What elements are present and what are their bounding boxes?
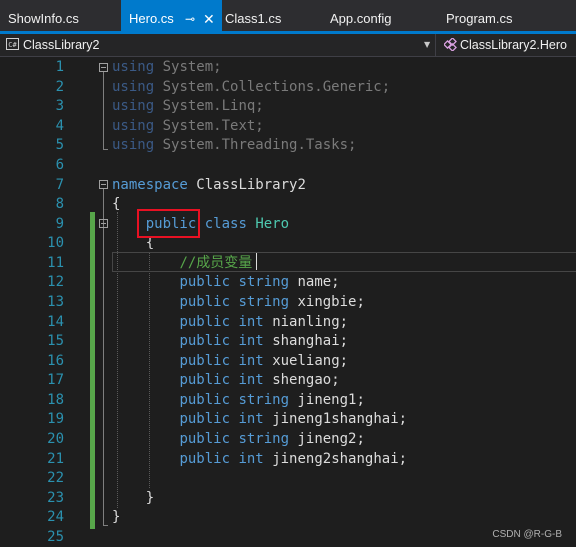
code-line: public int nianling; xyxy=(179,314,349,330)
line-number: 3 xyxy=(55,98,64,114)
document-tab-bar: ShowInfo.cs Hero.cs ⊸ ✕ Class1.cs App.co… xyxy=(0,0,576,34)
navigation-bar: C# ClassLibrary2 ▼ ClassLibrary2.Hero xyxy=(0,34,576,57)
tab-app-config[interactable]: App.config xyxy=(330,0,391,34)
line-number: 16 xyxy=(47,353,64,369)
line-number: 23 xyxy=(47,490,64,506)
line-number: 8 xyxy=(55,196,64,212)
line-number: 22 xyxy=(47,470,64,486)
line-number: 13 xyxy=(47,294,64,310)
code-line: public int jineng1shanghai; xyxy=(179,411,408,427)
fold-guide-end xyxy=(103,525,108,526)
line-number: 18 xyxy=(47,392,64,408)
tab-label: ShowInfo.cs xyxy=(8,11,79,26)
class-icon xyxy=(444,38,457,51)
code-line: public int xueliang; xyxy=(179,353,349,369)
line-number: 14 xyxy=(47,314,64,330)
line-number: 2 xyxy=(55,79,64,95)
collapse-icon[interactable] xyxy=(99,219,108,228)
code-line: public int shengao; xyxy=(179,372,340,388)
code-line: using System.Threading.Tasks; xyxy=(112,137,357,153)
change-indicator-bar xyxy=(90,212,95,529)
line-number: 9 xyxy=(55,216,64,232)
code-line: using System.Collections.Generic; xyxy=(112,79,391,95)
line-number: 1 xyxy=(55,59,64,75)
tab-label: Program.cs xyxy=(446,11,513,26)
tab-label: App.config xyxy=(330,11,392,26)
line-number: 24 xyxy=(47,509,64,525)
code-line: using System; xyxy=(112,59,222,75)
code-line: namespace ClassLibrary2 xyxy=(112,177,306,193)
collapse-icon[interactable] xyxy=(99,63,108,72)
line-number: 15 xyxy=(47,333,64,349)
code-line: using System.Linq; xyxy=(112,98,264,114)
member-name: ClassLibrary2.Hero xyxy=(460,38,567,52)
code-line: using System.Text; xyxy=(112,118,264,134)
code-line: public string name; xyxy=(179,274,340,290)
line-number: 6 xyxy=(55,157,64,173)
line-number: 5 xyxy=(55,137,64,153)
watermark: CSDN @R-G-B xyxy=(492,529,562,540)
line-number: 20 xyxy=(47,431,64,447)
line-number: 10 xyxy=(47,235,64,251)
line-number: 19 xyxy=(47,411,64,427)
tab-showinfo[interactable]: ShowInfo.cs xyxy=(8,0,79,34)
line-number: 12 xyxy=(47,274,64,290)
line-number: 25 xyxy=(47,529,64,545)
line-number: 17 xyxy=(47,372,64,388)
fold-guide-end xyxy=(103,149,108,150)
collapse-icon[interactable] xyxy=(99,180,108,189)
member-dropdown[interactable]: ClassLibrary2.Hero xyxy=(437,34,576,56)
tab-hero[interactable]: Hero.cs ⊸ ✕ xyxy=(121,0,222,34)
annotation-highlight-box xyxy=(137,209,200,238)
fold-guide xyxy=(103,72,104,150)
chevron-down-icon[interactable]: ▼ xyxy=(424,34,430,56)
tab-class1[interactable]: Class1.cs xyxy=(225,0,281,34)
line-number: 4 xyxy=(55,118,64,134)
code-line: { xyxy=(112,196,121,212)
line-number: 11 xyxy=(47,255,64,271)
code-line: public int shanghai; xyxy=(179,333,349,349)
csharp-project-icon: C# xyxy=(6,38,19,50)
tab-program[interactable]: Program.cs xyxy=(446,0,512,34)
project-dropdown[interactable]: C# ClassLibrary2 ▼ xyxy=(0,34,436,56)
code-line: public string jineng1; xyxy=(179,392,365,408)
code-line: public string xingbie; xyxy=(179,294,365,310)
code-line: public string jineng2; xyxy=(179,431,365,447)
fold-guide xyxy=(103,189,104,526)
line-number: 21 xyxy=(47,451,64,467)
code-line: } xyxy=(145,490,155,506)
line-number: 7 xyxy=(55,177,64,193)
code-editor[interactable]: 1 2 3 4 5 7 6 8 9 10 11 12 13 14 15 16 1… xyxy=(0,57,576,547)
project-name: ClassLibrary2 xyxy=(23,38,100,52)
text-caret xyxy=(256,253,257,270)
code-line: } xyxy=(112,509,121,525)
code-line: public int jineng2shanghai; xyxy=(179,451,408,467)
tab-label: Class1.cs xyxy=(225,11,282,26)
code-line: //成员变量 xyxy=(179,255,253,271)
